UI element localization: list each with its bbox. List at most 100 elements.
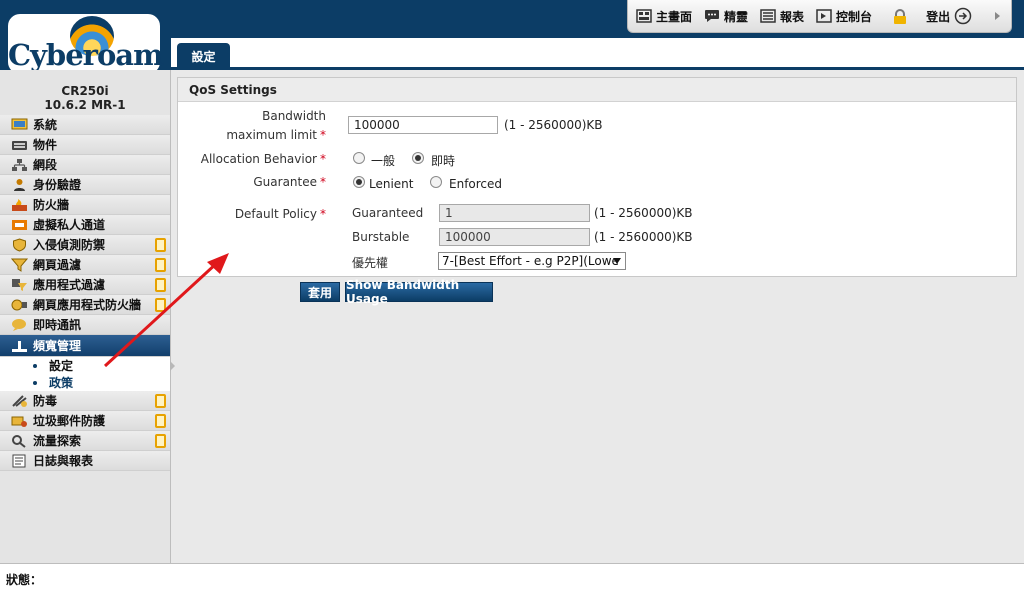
default-policy-label: Default Policy *: [234, 207, 326, 221]
logo-text: Cyberoam: [8, 38, 164, 72]
apply-button[interactable]: 套用: [300, 282, 340, 302]
toolbar-expand-button[interactable]: [992, 9, 1008, 23]
show-bandwidth-usage-button[interactable]: Show Bandwidth Usage: [345, 278, 493, 306]
console-button[interactable]: 控制台: [816, 8, 872, 25]
sidebar-item-keyboard[interactable]: 物件: [0, 135, 170, 155]
device-version: 10.6.2 MR-1: [44, 98, 126, 112]
allocation-normal-label: 一般: [371, 154, 396, 168]
bullet-icon: [33, 380, 37, 385]
license-lock-icon: [155, 414, 166, 428]
wizard-button[interactable]: 精靈: [704, 8, 748, 25]
sidebar-item-bandwidth[interactable]: 頻寬管理: [0, 335, 170, 357]
monitor-icon: [11, 118, 28, 132]
sidebar-item-network[interactable]: 網段: [0, 155, 170, 175]
traffic-search-icon: [11, 434, 28, 448]
sidebar-subitem-1[interactable]: 政策: [0, 374, 170, 391]
allocation-realtime-radio[interactable]: [412, 152, 424, 164]
guarantee-lenient-label: Lenient: [369, 177, 414, 191]
sidebar-item-label: 系統: [33, 118, 58, 132]
sidebar-item-waf[interactable]: 網頁應用程式防火牆: [0, 295, 170, 315]
sidebar-item-logs[interactable]: 日誌與報表: [0, 451, 170, 471]
license-lock-icon: [155, 434, 166, 448]
sidebar-item-app-filter[interactable]: 應用程式過濾: [0, 275, 170, 295]
sidebar-item-label: 防火牆: [33, 198, 70, 212]
caret-right-icon: [992, 9, 1008, 23]
sidebar-item-label: 網頁過濾: [33, 258, 82, 272]
bandwidth-limit-input[interactable]: [348, 116, 498, 134]
sidebar-item-label: 身份驗證: [33, 178, 82, 192]
priority-select[interactable]: 7-[Best Effort - e.g P2P](Lowe: [438, 252, 626, 270]
required-marker: *: [320, 152, 326, 166]
reports-icon: [760, 9, 776, 23]
tab-settings[interactable]: 設定: [177, 43, 230, 70]
bullet-icon: [33, 363, 37, 368]
license-lock-icon: [155, 278, 166, 292]
header-strip: [171, 38, 1024, 70]
allocation-normal-radio[interactable]: [353, 152, 365, 164]
sidebar-item-label: 物件: [33, 138, 58, 152]
reports-button[interactable]: 報表: [760, 8, 804, 25]
filter-icon: [10, 258, 29, 272]
sidebar-item-label: 入侵偵測防禦: [33, 238, 106, 252]
sidebar-item-chat[interactable]: 即時通訊: [0, 315, 170, 335]
sidebar-item-filter[interactable]: 網頁過濾: [0, 255, 170, 275]
sidebar-item-label: 網頁應用程式防火牆: [33, 298, 142, 312]
sidebar-item-vpn[interactable]: 虛擬私人通道: [0, 215, 170, 235]
sidebar-menu: 系統物件網段身份驗證防火牆虛擬私人通道 入侵偵測防禦 網頁過濾應用程式過濾網頁應用程…: [0, 115, 175, 471]
sidebar-item-label: 即時通訊: [33, 318, 82, 332]
keyboard-icon: [11, 138, 28, 152]
dashboard-label: 主畫面: [656, 9, 693, 24]
panel-title: QoS Settings: [178, 78, 1016, 102]
console-icon: [816, 9, 832, 23]
guarantee-enforced-radio[interactable]: [430, 176, 442, 188]
sidebar-item-firewall[interactable]: 防火牆: [0, 195, 170, 215]
allocation-realtime-label: 即時: [431, 154, 456, 168]
sidebar-item-label: 流量探索: [33, 434, 82, 448]
burstable-hint: (1 - 2560000)KB: [594, 230, 693, 244]
guarantee-label: Guarantee *: [253, 175, 326, 189]
logout-button[interactable]: 登出: [926, 7, 972, 25]
required-marker: *: [320, 207, 326, 221]
bandwidth-limit-label: Bandwidth maximum limit *: [226, 109, 326, 142]
sidebar-item-label: 日誌與報表: [33, 454, 94, 468]
burstable-input: [439, 228, 590, 246]
sidebar-item-monitor[interactable]: 系統: [0, 115, 170, 135]
sidebar-item-shield[interactable]: 入侵偵測防禦: [0, 235, 170, 255]
vpn-icon: [11, 218, 28, 232]
top-toolbar: 主畫面 精靈 報表 控制台 登出: [627, 0, 1012, 33]
guarantee-lenient-radio[interactable]: [353, 176, 365, 188]
antivirus-icon: [11, 394, 28, 408]
status-bar: 狀態：: [0, 563, 1024, 591]
device-model: CR250i: [61, 84, 109, 98]
qos-settings-panel: QoS Settings Bandwidth maximum limit* (1…: [177, 77, 1017, 277]
sidebar-item-antispam[interactable]: 垃圾郵件防護: [0, 411, 170, 431]
license-lock-icon: [155, 238, 166, 252]
dashboard-icon: [636, 9, 652, 23]
cyberoam-logo: Cyberoam: [6, 12, 164, 76]
logs-icon: [11, 454, 28, 468]
burstable-label: Burstable: [352, 230, 410, 244]
lock-button[interactable]: [892, 9, 908, 24]
sidebar-item-antivirus[interactable]: 防毒: [0, 391, 170, 411]
sidebar-subitem-0[interactable]: 設定: [0, 357, 175, 374]
sidebar-item-traffic-search[interactable]: 流量探索: [0, 431, 170, 451]
sidebar-item-label: 網段: [33, 158, 58, 172]
network-icon: [11, 158, 28, 172]
priority-selected-value: 7-[Best Effort - e.g P2P](Lowe: [442, 254, 619, 268]
license-lock-icon: [155, 298, 166, 312]
sidebar-item-label: 頻寬管理: [33, 339, 82, 353]
sidebar-item-label: 虛擬私人通道: [33, 218, 106, 232]
sidebar-item-users[interactable]: 身份驗證: [0, 175, 170, 195]
required-marker: *: [320, 175, 326, 189]
bandwidth-icon: [11, 339, 28, 353]
sidebar-item-label: 應用程式過濾: [33, 278, 106, 292]
sidebar-item-label: 垃圾郵件防護: [33, 414, 106, 428]
dropdown-arrow-icon: [613, 258, 621, 264]
logout-label: 登出: [926, 9, 951, 24]
dashboard-button[interactable]: 主畫面: [636, 8, 692, 25]
reports-label: 報表: [780, 9, 805, 24]
firewall-icon: [11, 198, 28, 212]
status-label: 狀態：: [6, 573, 43, 587]
shield-icon: [11, 237, 28, 252]
device-info: CR250i 10.6.2 MR-1: [0, 84, 170, 112]
